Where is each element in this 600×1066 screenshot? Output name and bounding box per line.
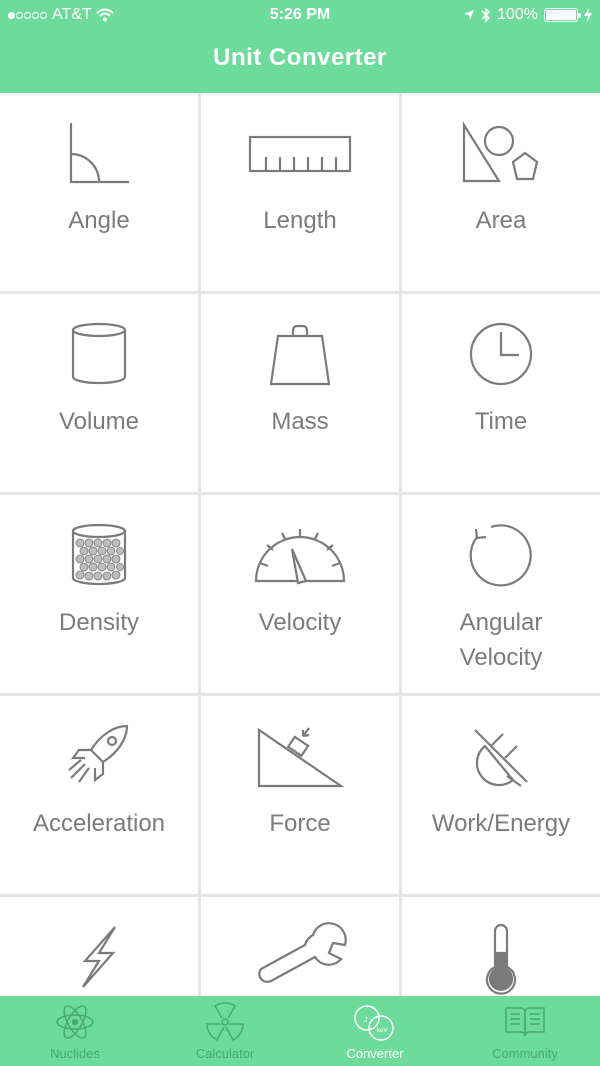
tile-label: Force <box>269 810 331 837</box>
tile-velocity[interactable]: Velocity <box>201 495 399 693</box>
incline-block-icon <box>257 727 345 788</box>
tile-angle[interactable]: Angle <box>0 93 198 291</box>
tile-label: Angle <box>68 207 130 234</box>
rocket-icon <box>68 724 129 783</box>
tab-nuclides[interactable]: Nuclides <box>0 996 150 1066</box>
page-title: Unit Converter <box>213 44 387 71</box>
tile-acceleration[interactable]: Acceleration <box>0 696 198 894</box>
tile-force[interactable]: Force <box>201 696 399 894</box>
tile-length[interactable]: Length <box>201 93 399 291</box>
converter-grid: Angle Length Area Volume Mass Time Densi… <box>0 93 600 996</box>
battery-icon <box>544 8 581 22</box>
tile-label: Density <box>58 609 140 636</box>
tab-calculator[interactable]: Calculator <box>150 996 300 1066</box>
rotation-icon <box>469 524 532 587</box>
clock-icon <box>469 322 533 386</box>
cylinder-icon <box>71 322 127 385</box>
weight-icon <box>269 324 331 386</box>
tile-temperature[interactable] <box>402 897 600 996</box>
tab-bar: Nuclides Calculator JkeV Converter Commu… <box>0 996 600 1066</box>
tile-density[interactable]: Density <box>0 495 198 693</box>
plug-icon <box>474 729 528 787</box>
tile-label: Length <box>263 207 337 234</box>
tile-time[interactable]: Time <box>402 294 600 492</box>
svg-text:keV: keV <box>377 1028 387 1034</box>
speedometer-icon <box>254 529 346 585</box>
radiation-icon <box>206 1002 244 1041</box>
book-icon <box>505 1007 545 1037</box>
atom-icon <box>56 1005 94 1039</box>
battery-percent: 100% <box>497 6 538 23</box>
tab-label: Calculator <box>195 1046 255 1061</box>
jar-of-balls-icon <box>71 523 127 586</box>
tile-area[interactable]: Area <box>402 93 600 291</box>
charging-icon <box>584 8 592 22</box>
bluetooth-icon <box>481 7 491 23</box>
angle-icon <box>69 123 129 184</box>
location-icon <box>464 10 475 20</box>
tile-angular-velocity[interactable]: Angular Velocity <box>402 495 600 693</box>
thermometer-icon <box>485 923 517 995</box>
tab-converter[interactable]: JkeV Converter <box>300 996 450 1066</box>
wrench-icon <box>258 922 347 983</box>
tab-community[interactable]: Community <box>450 996 600 1066</box>
tile-label: Velocity <box>258 609 342 636</box>
tile-torque[interactable] <box>201 897 399 996</box>
tab-label: Nuclides <box>50 1046 100 1061</box>
svg-text:J: J <box>364 1017 368 1024</box>
tile-work-energy[interactable]: Work/Energy <box>402 696 600 894</box>
ruler-icon <box>248 135 352 173</box>
tile-label: Area <box>475 207 527 234</box>
tile-label: Acceleration <box>32 810 166 837</box>
tile-label: Volume <box>58 408 140 435</box>
converter-icon: JkeV <box>354 1005 394 1041</box>
shapes-icon <box>462 121 539 183</box>
tab-label: Converter <box>346 1046 404 1061</box>
tile-mass[interactable]: Mass <box>201 294 399 492</box>
tile-label: Work/Energy <box>431 810 571 837</box>
app-header: AT&T 5:26 PM 100% Unit Converter <box>0 0 600 93</box>
tile-volume[interactable]: Volume <box>0 294 198 492</box>
tile-label: Time <box>474 408 528 435</box>
tile-label: Angular Velocity <box>459 609 543 671</box>
lightning-icon <box>82 926 116 988</box>
tab-label: Community <box>492 1046 558 1061</box>
tile-electricity[interactable] <box>0 897 198 996</box>
status-bar: AT&T 5:26 PM 100% <box>0 0 600 30</box>
tile-label: Mass <box>271 408 329 435</box>
